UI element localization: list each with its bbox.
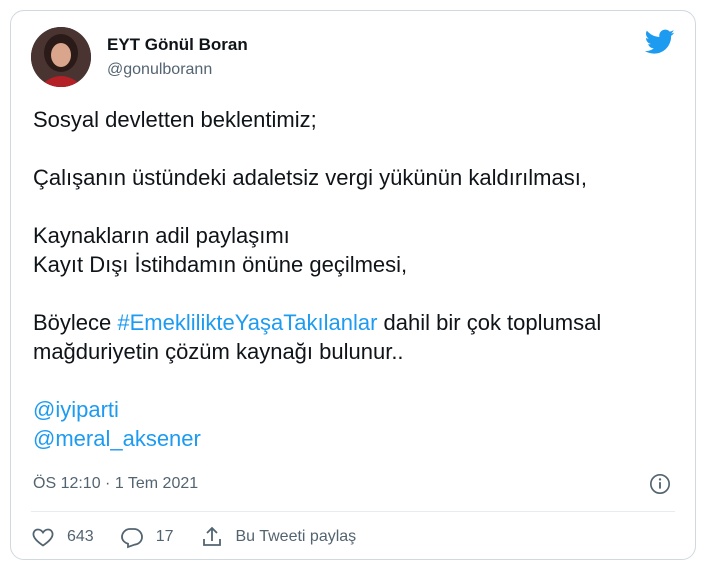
reply-count: 17 [155,528,174,545]
tweet-line: Kayıt Dışı İstihdamın önüne geçilmesi, [33,252,408,277]
info-icon[interactable] [649,473,671,495]
share-icon [202,526,221,546]
tweet-text: Sosyal devletten beklentimiz; Çalışanın … [33,105,683,453]
reply-icon [120,528,143,549]
reply-button[interactable]: 17 [120,525,174,549]
tweet-text-segment: Böylece [33,310,118,335]
action-bar: 643 17 Bu Tweeti paylaş [31,523,382,551]
like-count: 643 [67,528,94,545]
tweet-line: Sosyal devletten beklentimiz; [33,107,317,132]
divider [31,511,675,512]
mention-link[interactable]: @meral_aksener [33,426,201,451]
heart-icon [32,528,54,547]
like-button[interactable]: 643 [31,525,94,549]
tweet-line: mağduriyetin çözüm kaynağı bulunur.. [33,339,404,364]
tweet-card[interactable]: EYT Gönül Boran @gonulborann Sosyal devl… [10,10,696,560]
twitter-bird-icon[interactable] [645,29,675,55]
share-button[interactable]: Bu Tweeti paylaş [200,525,357,549]
avatar-image [31,27,91,87]
author-handle[interactable]: @gonulborann [107,61,212,79]
hashtag-link[interactable]: #EmeklilikteYaşaTakılanlar [117,310,377,335]
author-name[interactable]: EYT Gönül Boran [107,35,248,55]
tweet-text-segment: dahil bir çok toplumsal [377,310,602,335]
tweet-line: Böylece #EmeklilikteYaşaTakılanlar dahil… [33,308,683,337]
share-label: Bu Tweeti paylaş [235,528,357,545]
tweet-timestamp[interactable]: ÖS 12:10 · 1 Tem 2021 [33,475,198,493]
tweet-line: Çalışanın üstündeki adaletsiz vergi yükü… [33,165,587,190]
avatar[interactable] [31,27,91,87]
tweet-line: Kaynakların adil paylaşımı [33,223,290,248]
mention-link[interactable]: @iyiparti [33,397,119,422]
